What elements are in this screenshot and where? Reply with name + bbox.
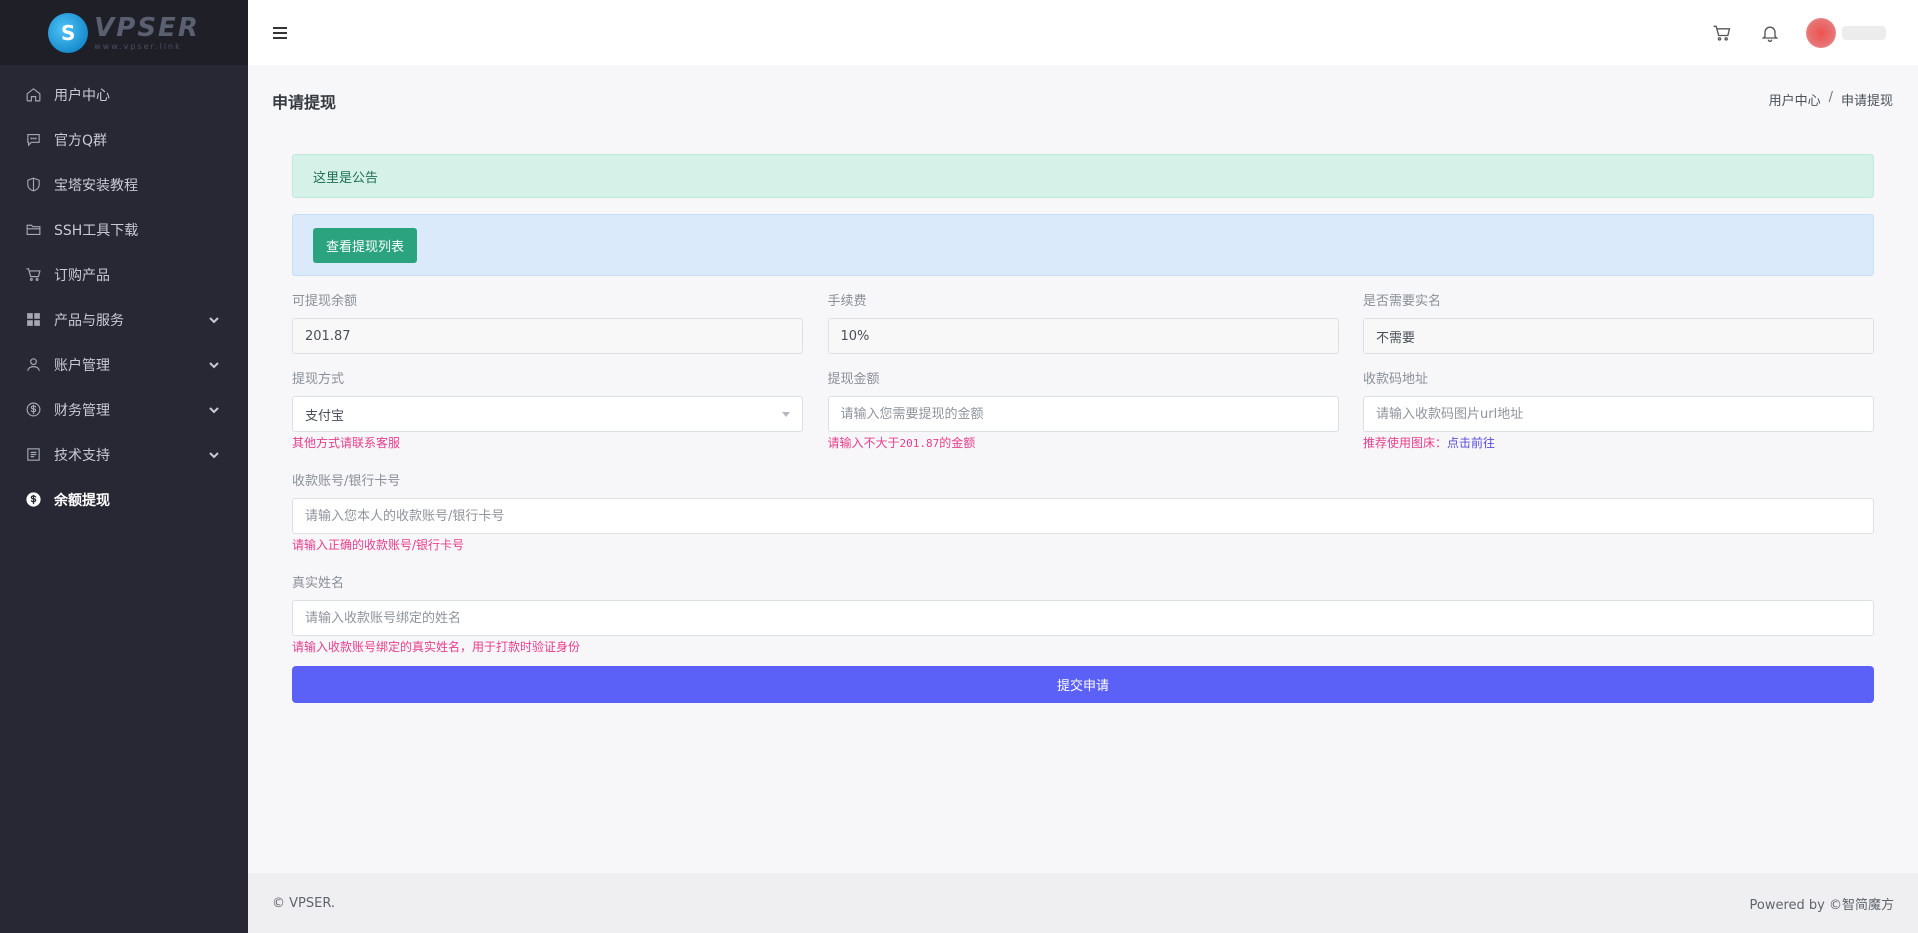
sidebar-item-label: 账户管理 [54, 357, 110, 374]
sidebar-item-bt-tutorial[interactable]: 宝塔安装教程 [0, 162, 248, 207]
sidebar-item-label: 财务管理 [54, 402, 110, 419]
hamburger-icon[interactable] [268, 21, 292, 45]
breadcrumb: 用户中心 / 申请提现 [1768, 90, 1893, 109]
brand-subtitle: www.vpser.link [94, 42, 182, 51]
sidebar-item-withdraw[interactable]: 余额提现 [0, 477, 248, 522]
breadcrumb-user-center[interactable]: 用户中心 [1769, 90, 1821, 109]
topbar [248, 0, 1918, 65]
sidebar-item-label: 订购产品 [54, 267, 110, 284]
main-content: 申请提现 用户中心 / 申请提现 这里是公告 查看提现列表 可提现余额 201.… [248, 65, 1918, 873]
method-help: 其他方式请联系客服 [292, 436, 401, 450]
brand-logo[interactable]: S VPSER www.vpser.link [0, 0, 248, 65]
fee-input: 10% [827, 318, 1339, 354]
method-select[interactable]: 支付宝 [292, 396, 803, 432]
method-field: 提现方式 支付宝 其他方式请联系客服 [292, 370, 803, 452]
balance-field: 可提现余额 201.87 [292, 292, 803, 354]
logo-icon: S [48, 12, 89, 53]
sidebar-item-qq-group[interactable]: 官方Q群 [0, 117, 248, 162]
avatar [1806, 17, 1836, 48]
sidebar-item-support[interactable]: 技术支持 [0, 432, 248, 477]
folder-icon [24, 221, 42, 239]
qr-url-field: 收款码地址 推荐使用图床：点击前往 [1363, 370, 1874, 452]
field-label: 收款账号/银行卡号 [292, 474, 401, 489]
sidebar-item-account[interactable]: 账户管理 [0, 342, 248, 387]
user-icon [24, 356, 42, 374]
balance-input: 201.87 [292, 318, 803, 354]
method-selected-value: 支付宝 [305, 408, 345, 424]
sidebar-item-ssh-download[interactable]: SSH工具下载 [0, 207, 248, 252]
name-help: 请输入收款账号绑定的真实姓名，用于打款时验证身份 [292, 640, 581, 654]
footer: © VPSER. Powered by ©智简魔方 [248, 873, 1918, 933]
amount-field: 提现金额 请输入不大于201.87的金额 [827, 370, 1339, 452]
field-label: 提现方式 [292, 372, 345, 387]
field-label: 可提现余额 [292, 294, 358, 309]
image-host-link[interactable]: 点击前往 [1447, 436, 1495, 450]
sidebar: S VPSER www.vpser.link 用户中心 官方Q群 宝塔安装教程 … [0, 0, 248, 933]
qr-url-input[interactable] [1363, 396, 1874, 432]
withdraw-form: 可提现余额 201.87 手续费 10% 是否需要实名 不需要 [292, 292, 1874, 354]
notice-alert: 这里是公告 [292, 154, 1874, 198]
powered-by: Powered by ©智简魔方 [1749, 897, 1894, 913]
info-alert: 查看提现列表 [292, 214, 1874, 276]
name-field: 真实姓名 请输入收款账号绑定的真实姓名，用于打款时验证身份 [292, 574, 1874, 656]
chevron-down-icon [208, 404, 220, 416]
dollar-icon [24, 491, 42, 509]
field-label: 真实姓名 [292, 576, 345, 591]
sidebar-item-finance[interactable]: 财务管理 [0, 387, 248, 432]
breadcrumb-current: 申请提现 [1840, 94, 1893, 109]
fee-field: 手续费 10% [827, 292, 1339, 354]
dollar-icon [24, 401, 42, 419]
chevron-down-icon [208, 314, 220, 326]
real-name-input[interactable] [292, 600, 1874, 636]
shield-icon [24, 176, 42, 194]
sidebar-item-label: SSH工具下载 [54, 222, 139, 239]
submit-button[interactable]: 提交申请 [292, 666, 1874, 703]
brand-name: VPSER [94, 13, 200, 43]
notice-text: 这里是公告 [313, 170, 379, 186]
field-label: 收款码地址 [1363, 372, 1429, 387]
field-label: 是否需要实名 [1363, 294, 1442, 309]
amount-input[interactable] [827, 396, 1339, 432]
home-icon [24, 86, 42, 104]
field-label: 手续费 [827, 294, 867, 309]
sidebar-item-order-products[interactable]: 订购产品 [0, 252, 248, 297]
sidebar-item-label: 技术支持 [54, 447, 110, 464]
field-label: 提现金额 [827, 372, 880, 387]
sidebar-item-label: 官方Q群 [54, 132, 108, 149]
sidebar-nav: 用户中心 官方Q群 宝塔安装教程 SSH工具下载 订购产品 产品与服务 账户管理 [0, 65, 248, 522]
sidebar-item-products-services[interactable]: 产品与服务 [0, 297, 248, 342]
sidebar-item-label: 余额提现 [54, 492, 110, 509]
grid-icon [24, 311, 42, 329]
bell-icon[interactable] [1758, 21, 1782, 45]
copyright: © VPSER. [272, 895, 336, 911]
chat-icon [24, 131, 42, 149]
sidebar-item-label: 宝塔安装教程 [54, 177, 138, 194]
page-title: 申请提现 [272, 93, 337, 112]
qr-url-help: 推荐使用图床：点击前往 [1363, 436, 1496, 450]
cart-icon [24, 266, 42, 284]
sidebar-item-user-center[interactable]: 用户中心 [0, 72, 248, 117]
username-redacted [1842, 25, 1886, 40]
account-input[interactable] [292, 498, 1874, 534]
sidebar-item-label: 用户中心 [54, 87, 110, 104]
cart-icon[interactable] [1710, 21, 1734, 45]
account-help: 请输入正确的收款账号/银行卡号 [292, 538, 465, 552]
amount-help: 请输入不大于201.87的金额 [827, 436, 976, 450]
view-withdraw-list-button[interactable]: 查看提现列表 [313, 227, 418, 263]
withdraw-panel: 这里是公告 查看提现列表 可提现余额 201.87 手续费 10% 是否需要实名… [292, 154, 1874, 703]
list-icon [24, 446, 42, 464]
chevron-down-icon [208, 449, 220, 461]
realname-field: 是否需要实名 不需要 [1363, 292, 1874, 354]
realname-required-input: 不需要 [1363, 318, 1874, 354]
account-field: 收款账号/银行卡号 请输入正确的收款账号/银行卡号 [292, 472, 1874, 554]
chevron-down-icon [208, 359, 220, 371]
user-menu[interactable] [1806, 17, 1894, 48]
caret-down-icon [782, 412, 790, 417]
sidebar-item-label: 产品与服务 [54, 312, 124, 329]
